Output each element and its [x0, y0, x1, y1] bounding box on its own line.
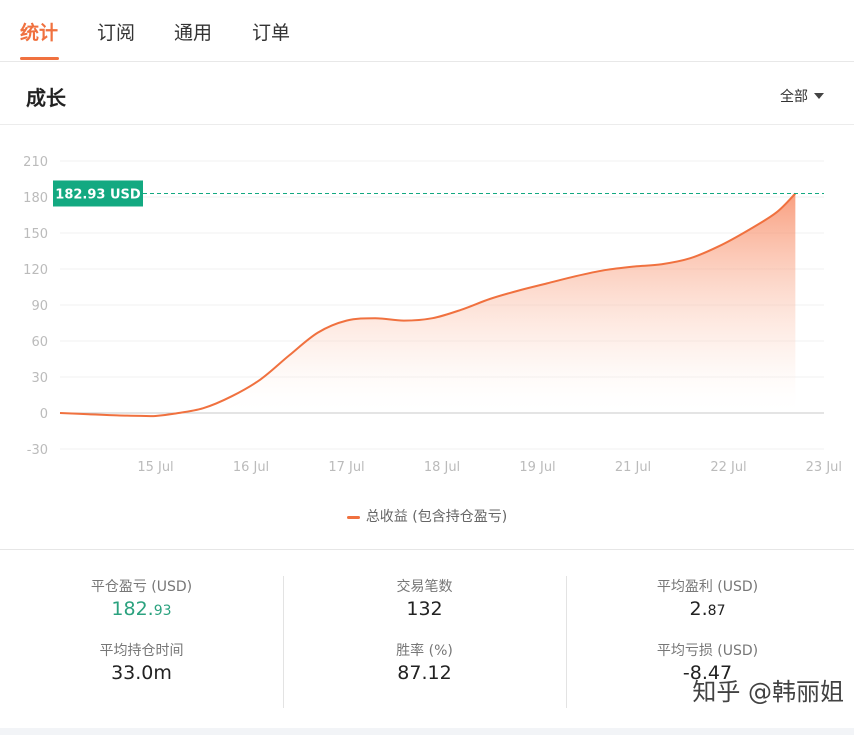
legend-swatch: [346, 515, 360, 519]
legend-label: 总收益 (包含持仓盈亏): [365, 509, 508, 525]
stats-column-1: 平仓盈亏 (USD) 182.93 平均持仓时间 33.0m: [0, 576, 283, 706]
tab-subscription[interactable]: 订阅: [97, 18, 135, 45]
win-rate-label: 胜率 (%): [396, 643, 453, 659]
growth-chart-svg: -30 0 30 60 90 120 150 180 210 15 Jul 16 Jul 17 Jul…: [23, 155, 842, 475]
y-tick-label: 150: [23, 227, 48, 242]
closed-pnl-value: 182.93: [111, 598, 172, 620]
tab-stats[interactable]: 统计: [20, 18, 58, 45]
x-tick-label: 15 Jul: [137, 460, 173, 475]
win-rate-value: 87.12: [397, 662, 452, 684]
avg-hold-label: 平均持仓时间: [99, 643, 184, 659]
stats-column-2: 交易笔数 132 胜率 (%) 87.12: [283, 576, 566, 706]
x-tick-label: 23 Jul: [806, 460, 842, 475]
growth-chart: -30 0 30 60 90 120 150 180 210 15 Jul 16 Jul 17 Jul…: [0, 126, 854, 546]
y-tick-label: 180: [23, 191, 48, 206]
closed-pnl-label: 平仓盈亏 (USD): [90, 579, 193, 595]
stats-panel: 平仓盈亏 (USD) 182.93 平均持仓时间 33.0m 交易笔数 132 …: [0, 550, 854, 735]
section-header: 成长 全部: [0, 62, 854, 125]
x-tick-label: 21 Jul: [615, 460, 651, 475]
x-tick-label: 17 Jul: [328, 460, 364, 475]
y-tick-label: 90: [31, 299, 48, 314]
x-tick-label: 18 Jul: [424, 460, 460, 475]
y-tick-label: 30: [31, 371, 48, 386]
trades-label: 交易笔数: [396, 579, 453, 595]
current-value-text: 182.93 USD: [55, 187, 141, 202]
x-tick-label: 16 Jul: [233, 460, 269, 475]
x-tick-label: 19 Jul: [519, 460, 555, 475]
avg-profit-label: 平均盈利 (USD): [656, 579, 759, 595]
trades-value: 132: [406, 598, 443, 620]
tab-orders[interactable]: 订单: [252, 18, 290, 45]
section-title: 成长: [26, 86, 66, 110]
range-dropdown-label: 全部: [780, 89, 808, 105]
avg-profit-value: 2.87: [689, 598, 726, 620]
y-tick-label: 120: [23, 263, 48, 278]
avg-hold-value: 33.0m: [111, 662, 172, 684]
range-dropdown[interactable]: 全部: [780, 86, 824, 106]
y-tick-label: 60: [31, 335, 48, 350]
y-tick-label: 210: [23, 155, 48, 170]
x-tick-label: 22 Jul: [710, 460, 746, 475]
bottom-strip: [0, 728, 854, 735]
y-tick-label: 0: [40, 407, 48, 422]
y-tick-label: -30: [27, 443, 48, 458]
caret-down-icon: [814, 93, 824, 99]
avg-loss-label: 平均亏损 (USD): [656, 643, 759, 659]
tab-general[interactable]: 通用: [174, 18, 212, 45]
tab-bar: 统计 订阅 通用 订单: [0, 0, 854, 62]
watermark-text: 知乎 @韩丽姐: [692, 678, 844, 706]
chart-legend[interactable]: 总收益 (包含持仓盈亏): [0, 506, 854, 526]
active-tab-indicator: [20, 57, 59, 60]
